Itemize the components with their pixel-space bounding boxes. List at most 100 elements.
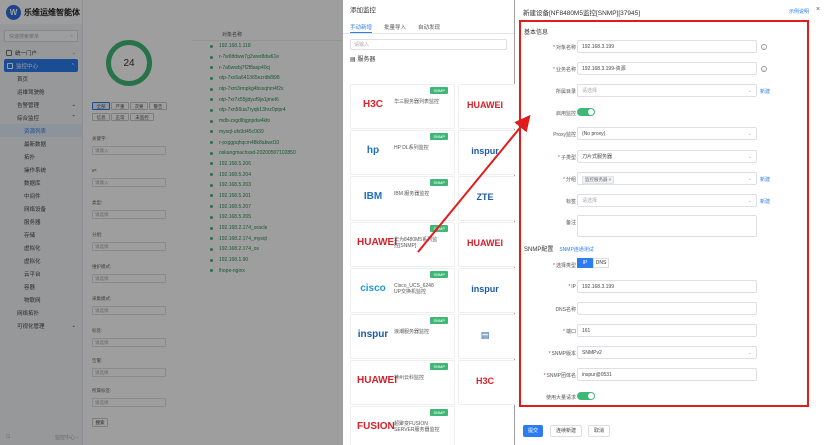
community-input[interactable]: inspur@0531 bbox=[577, 368, 757, 381]
dns-label: DNS名称 bbox=[555, 307, 576, 313]
community-label: *SNMP团体名 bbox=[543, 373, 576, 379]
group-select[interactable]: 监控服务器 × ⌄ bbox=[577, 172, 757, 185]
template-card[interactable]: HUAWEI 华为8480M5系列监控[SNMP] SNMP bbox=[350, 222, 455, 267]
template-name: 浪潮服务器监控 bbox=[394, 329, 430, 335]
snmp-badge: SNMP bbox=[430, 225, 448, 232]
info-icon: i bbox=[761, 66, 767, 72]
chevron-down-icon: ⌄ bbox=[747, 154, 752, 160]
chevron-down-icon: ⌄ bbox=[747, 350, 752, 356]
snmp-test-link[interactable]: SNMP连通测试 bbox=[559, 247, 593, 253]
vendor-logo-icon: inspur bbox=[357, 329, 389, 340]
snmp-badge: SNMP bbox=[430, 133, 448, 140]
vendor-logo-icon: HUAWEI bbox=[467, 100, 503, 110]
template-card[interactable]: hp HP DL系列监控 SNMP bbox=[350, 130, 455, 175]
tab-manual[interactable]: 手动新增 bbox=[350, 22, 373, 33]
info-icon: i bbox=[761, 44, 767, 50]
object-name-input[interactable]: 192.168.3.199 bbox=[577, 40, 757, 53]
snmp-badge: SNMP bbox=[430, 317, 448, 324]
object-name-label: *对象名称 bbox=[553, 45, 576, 51]
group-tag: 监控服务器 × bbox=[582, 176, 615, 184]
dns-input[interactable] bbox=[577, 302, 757, 315]
vendor-logo-icon: HUAWEI bbox=[357, 237, 397, 248]
subtype-label: *子类型 bbox=[558, 155, 576, 161]
remark-textarea[interactable] bbox=[577, 215, 757, 237]
template-card[interactable]: HUAWEI bbox=[458, 84, 516, 129]
category-title: ▤ 服务器 bbox=[350, 57, 376, 63]
vendor-logo-icon: FUSION bbox=[357, 421, 395, 432]
submit-button[interactable]: 提交 bbox=[523, 425, 543, 437]
tags-select[interactable]: 请选择 ⌄ bbox=[577, 194, 757, 207]
category-select[interactable]: 请选择 ⌄ bbox=[577, 84, 757, 97]
bulk-request-toggle[interactable] bbox=[577, 392, 595, 400]
template-card[interactable]: inspur 浪潮服务器监控 SNMP bbox=[350, 314, 455, 359]
vendor-logo-icon: cisco bbox=[360, 283, 386, 294]
business-name-input[interactable]: 192.168.3.199-资源 bbox=[577, 62, 757, 75]
app-root: W 乐维运维智能体 快速搜索菜单 ⌕ 统一门户 ⌄ 监控中心 ⌃ 首页 运维驾驶舱 … bbox=[0, 0, 830, 445]
subtype-select[interactable]: 刀片式服务器 ⌄ bbox=[577, 150, 757, 163]
template-card[interactable]: H3C 华三服务器列表监控 SNMP bbox=[350, 84, 455, 129]
vendor-logo-icon: HUAWEI bbox=[467, 238, 503, 248]
port-label: *端口 bbox=[563, 329, 576, 335]
chevron-down-icon: ⌄ bbox=[747, 176, 752, 182]
type-segment: IP DNS bbox=[577, 258, 609, 268]
category-new-link[interactable]: 新建 bbox=[760, 88, 770, 95]
vendor-logo-icon: hp bbox=[366, 145, 380, 156]
ip-input[interactable]: 192.168.3.199 bbox=[577, 280, 757, 293]
vendor-logo-icon: ZTE bbox=[476, 192, 494, 202]
chevron-down-icon: ⌄ bbox=[747, 198, 752, 204]
select-type-label: *选择类型 bbox=[553, 263, 576, 269]
vendor-logo-icon: H3C bbox=[362, 99, 383, 110]
template-card[interactable]: inspur bbox=[458, 268, 516, 313]
vendor-logo-icon: inspur bbox=[471, 284, 499, 294]
template-card[interactable]: inspur bbox=[458, 130, 516, 175]
enable-monitor-toggle[interactable] bbox=[577, 108, 595, 116]
snmp-badge: SNMP bbox=[430, 179, 448, 186]
port-input[interactable]: 161 bbox=[577, 324, 757, 337]
bulk-request-label: 使用大量请求 bbox=[545, 395, 576, 401]
snmp-badge: SNMP bbox=[430, 409, 448, 416]
snmp-badge: SNMP bbox=[430, 87, 448, 94]
template-card[interactable]: cisco Cisco_UCS_6248 UP交换机监控 SNMP bbox=[350, 268, 455, 313]
chevron-down-icon: ⌄ bbox=[747, 88, 752, 94]
template-name: 神州云科监控 bbox=[394, 375, 425, 381]
continue-new-button[interactable]: 连续新建 bbox=[550, 425, 582, 437]
proxy-select[interactable]: (No proxy) ⌄ bbox=[577, 127, 757, 140]
help-link[interactable]: 示例说明 bbox=[789, 8, 809, 15]
enable-monitor-label: 启用监控 bbox=[555, 111, 576, 117]
template-card[interactable]: ▤ bbox=[458, 314, 516, 359]
type-dns-button[interactable]: DNS bbox=[593, 258, 609, 268]
proxy-label: Proxy监控 bbox=[553, 132, 576, 138]
template-card[interactable]: HUAWEI 神州云科监控 SNMP bbox=[350, 360, 455, 405]
tab-auto-discover[interactable]: 自动发现 bbox=[418, 22, 440, 33]
tab-batch-import[interactable]: 批量导入 bbox=[384, 22, 406, 33]
drawer-search-input[interactable]: 请输入 bbox=[350, 39, 507, 50]
cancel-button[interactable]: 取消 bbox=[588, 425, 610, 437]
snmp-version-label: *SNMP版本 bbox=[548, 351, 576, 357]
type-ip-button[interactable]: IP bbox=[577, 258, 593, 268]
group-new-link[interactable]: 新建 bbox=[760, 176, 770, 183]
template-card[interactable]: IBM IBM 服务器监控 SNMP bbox=[350, 176, 455, 221]
template-card[interactable]: FUSION 超聚变FUSION SERVER服务器监控 SNMP bbox=[350, 406, 455, 445]
chevron-down-icon: ⌄ bbox=[747, 131, 752, 137]
template-card[interactable]: ZTE bbox=[458, 176, 516, 221]
vendor-logo-icon: HUAWEI bbox=[357, 375, 397, 386]
template-name: 超聚变FUSION SERVER服务器监控 bbox=[394, 421, 440, 433]
snmp-badge: SNMP bbox=[430, 271, 448, 278]
section-snmp: SNMP配置 SNMP连通测试 bbox=[524, 247, 594, 253]
section-basic-info: 基本信息 bbox=[524, 30, 549, 36]
drawer-tabs: 手动新增 批量导入 自动发现 bbox=[343, 22, 514, 34]
vendor-logo-icon: inspur bbox=[471, 146, 499, 156]
template-name: HP DL系列监控 bbox=[394, 145, 429, 151]
template-card[interactable]: HUAWEI bbox=[458, 222, 516, 267]
template-name: 华为8480M5系列监控[SNMP] bbox=[394, 237, 438, 249]
snmp-version-select[interactable]: SNMPv2 ⌄ bbox=[577, 346, 757, 359]
close-icon[interactable]: × bbox=[816, 6, 820, 13]
tags-new-link[interactable]: 新建 bbox=[760, 198, 770, 205]
template-name: 华三服务器列表监控 bbox=[394, 99, 440, 105]
template-name: Cisco_UCS_6248 UP交换机监控 bbox=[394, 283, 434, 295]
ip-label: *IP bbox=[568, 284, 576, 290]
new-device-form: 新建设备[NF8480M5监控[SNMP][37945] 示例说明 × 基本信息… bbox=[515, 0, 830, 445]
template-card[interactable]: H3C bbox=[458, 360, 516, 405]
tags-label: 标签 bbox=[565, 199, 576, 205]
drawer-title: 添加监控 bbox=[350, 7, 376, 14]
